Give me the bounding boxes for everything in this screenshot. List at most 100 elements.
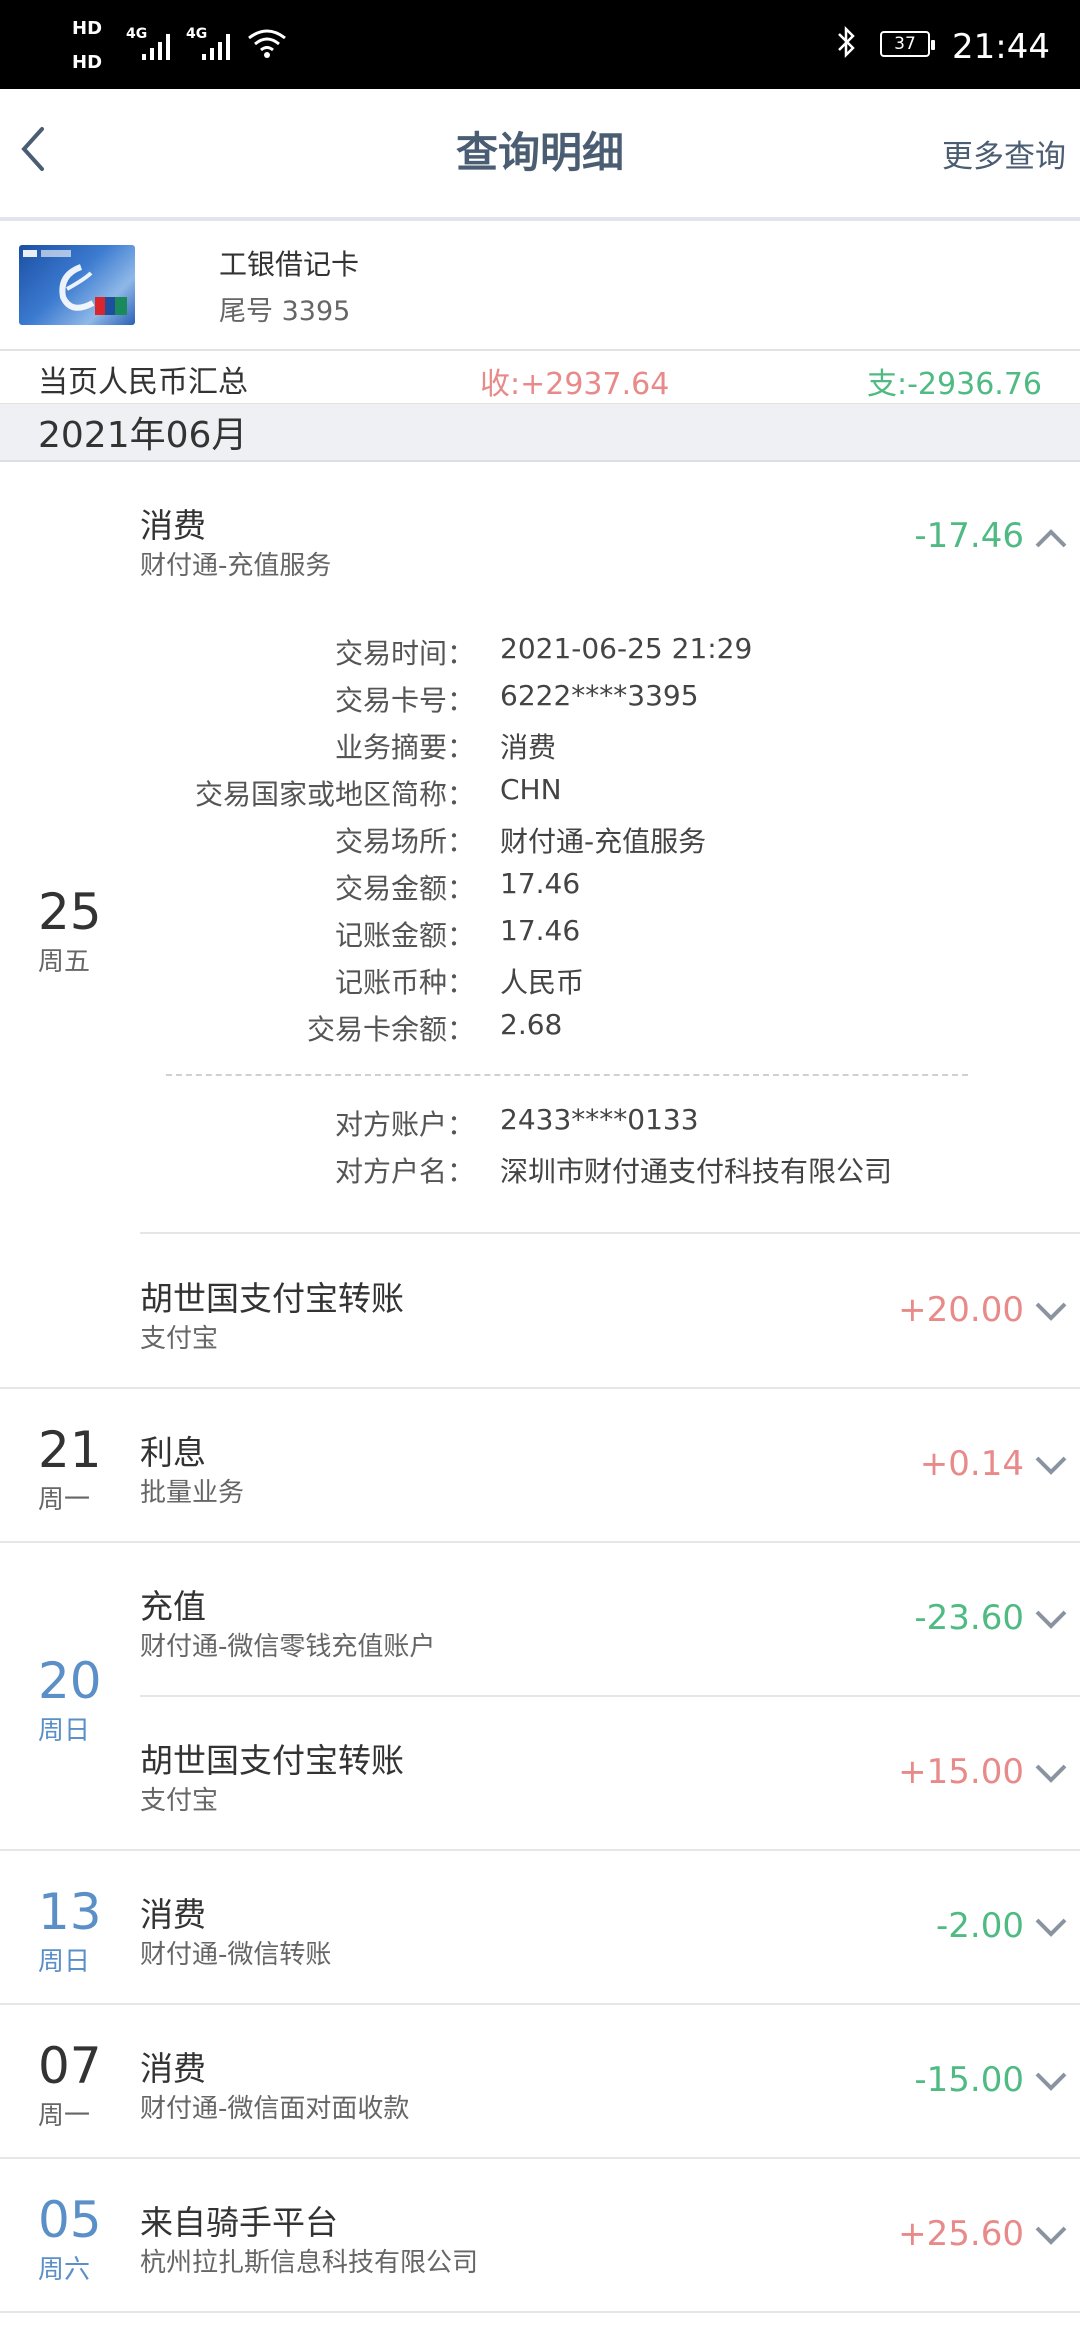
detail-key: 记账金额： xyxy=(334,919,475,952)
detail-row: 对方户名： 深圳市财付通支付科技有限公司 xyxy=(0,1150,1080,1190)
detail-key: 交易场所： xyxy=(334,825,475,858)
day-number: 07 xyxy=(38,2037,102,2095)
status-bar: HD HD 4G 4G 37 21:44 xyxy=(0,0,1080,89)
detail-value: CHN xyxy=(500,773,562,806)
transaction-title[interactable]: 利息 xyxy=(140,1426,206,1474)
detail-value: 2021-06-25 21:29 xyxy=(500,632,753,665)
signal-icon xyxy=(142,34,170,60)
detail-key: 交易卡余额： xyxy=(306,1013,475,1046)
weekday-label: 周一 xyxy=(38,2101,91,2131)
month-label: 2021年06月 xyxy=(38,415,248,456)
transaction-title[interactable]: 来自骑手平台 xyxy=(140,2196,338,2244)
transaction-subtitle: 财付通-充值服务 xyxy=(140,551,332,581)
day-number: 25 xyxy=(38,883,102,941)
row-divider xyxy=(140,1232,1080,1234)
chevron-down-icon[interactable] xyxy=(1034,2225,1068,2247)
month-header: 2021年06月 xyxy=(0,404,1080,462)
detail-divider xyxy=(166,1074,968,1076)
transaction-subtitle: 支付宝 xyxy=(140,1786,219,1816)
transaction-subtitle: 支付宝 xyxy=(140,1324,219,1354)
detail-key: 记账币种： xyxy=(334,966,475,999)
detail-value: 消费 xyxy=(500,731,557,764)
summary-label: 当页人民币汇总 xyxy=(38,365,248,400)
summary-expense: 支:-2936.76 xyxy=(867,367,1042,402)
detail-key: 交易国家或地区简称： xyxy=(194,778,475,811)
weekday-label: 周五 xyxy=(38,947,91,977)
detail-key: 业务摘要： xyxy=(334,731,475,764)
group-divider xyxy=(0,1541,1080,1543)
chevron-up-icon[interactable] xyxy=(1034,527,1068,549)
icbc-card-logo xyxy=(19,245,135,325)
transaction-title[interactable]: 消费 xyxy=(140,2042,206,2090)
group-divider xyxy=(0,2157,1080,2159)
transaction-subtitle: 批量业务 xyxy=(140,1478,245,1508)
day-number: 20 xyxy=(38,1652,102,1710)
transaction-subtitle: 财付通-微信零钱充值账户 xyxy=(140,1632,436,1662)
app-header: 查询明细 更多查询 xyxy=(0,89,1080,221)
detail-row: 业务摘要： 消费 xyxy=(0,726,1080,766)
weekday-label: 周日 xyxy=(38,1947,91,1977)
transaction-amount: -17.46 xyxy=(914,516,1024,556)
detail-key: 交易时间： xyxy=(334,637,475,670)
day-number: 21 xyxy=(38,1421,102,1479)
day-number: 05 xyxy=(38,2191,102,2249)
transaction-title[interactable]: 消费 xyxy=(140,1888,206,1936)
detail-row: 记账币种： 人民币 xyxy=(0,961,1080,1001)
page-title: 查询明细 xyxy=(455,128,624,177)
signal-icon-2 xyxy=(202,34,230,60)
detail-value: 17.46 xyxy=(500,867,581,900)
detail-value: 2433****0133 xyxy=(500,1103,699,1136)
transaction-amount: -2.00 xyxy=(936,1906,1024,1946)
detail-value: 2.68 xyxy=(500,1008,563,1041)
transaction-amount: -23.60 xyxy=(914,1598,1024,1638)
card-tail-number: 尾号 3395 xyxy=(219,296,351,327)
transaction-amount: +0.14 xyxy=(919,1444,1024,1484)
day-number: 13 xyxy=(38,1883,102,1941)
card-name: 工银借记卡 xyxy=(219,248,360,281)
group-divider xyxy=(0,1849,1080,1851)
hd1-label: HD xyxy=(72,18,103,39)
group-divider xyxy=(0,1387,1080,1389)
hd2-label: HD xyxy=(72,52,103,73)
detail-row: 交易金额： 17.46 xyxy=(0,867,1080,907)
transaction-title[interactable]: 胡世国支付宝转账 xyxy=(140,1734,404,1782)
detail-value: 深圳市财付通支付科技有限公司 xyxy=(500,1155,893,1188)
transaction-amount: -15.00 xyxy=(914,2060,1024,2100)
transaction-amount: +20.00 xyxy=(898,1290,1024,1330)
chevron-down-icon[interactable] xyxy=(1034,1609,1068,1631)
transaction-amount: +25.60 xyxy=(898,2214,1024,2254)
weekday-label: 周一 xyxy=(38,1485,91,1515)
detail-value: 6222****3395 xyxy=(500,679,699,712)
bluetooth-icon xyxy=(838,25,855,59)
detail-value: 人民币 xyxy=(500,966,585,999)
detail-row: 交易国家或地区简称： CHN xyxy=(0,773,1080,813)
transaction-title[interactable]: 充值 xyxy=(140,1580,206,1628)
group-divider xyxy=(0,2003,1080,2005)
more-query-button[interactable]: 更多查询 xyxy=(942,131,1066,176)
detail-row: 交易卡号： 6222****3395 xyxy=(0,679,1080,719)
detail-row: 交易场所： 财付通-充值服务 xyxy=(0,820,1080,860)
page-summary: 当页人民币汇总 收:+2937.64 支:-2936.76 xyxy=(0,351,1080,405)
row-divider xyxy=(140,1695,1080,1697)
transaction-title[interactable]: 消费 xyxy=(140,499,206,547)
transaction-amount: +15.00 xyxy=(898,1752,1024,1792)
wifi-icon xyxy=(248,29,286,58)
group-divider xyxy=(0,2311,1080,2313)
clock: 21:44 xyxy=(952,27,1050,67)
chevron-down-icon[interactable] xyxy=(1034,1455,1068,1477)
card-info[interactable]: 工银借记卡 尾号 3395 xyxy=(0,221,1080,351)
weekday-label: 周六 xyxy=(38,2255,91,2285)
detail-value: 17.46 xyxy=(500,914,581,947)
transaction-subtitle: 财付通-微信转账 xyxy=(140,1940,332,1970)
transaction-title[interactable]: 胡世国支付宝转账 xyxy=(140,1272,404,1320)
chevron-down-icon[interactable] xyxy=(1034,1917,1068,1939)
detail-key: 交易金额： xyxy=(334,872,475,905)
chevron-down-icon[interactable] xyxy=(1034,1301,1068,1323)
detail-row: 对方账户： 2433****0133 xyxy=(0,1103,1080,1143)
detail-key: 对方账户： xyxy=(334,1108,475,1141)
summary-income: 收:+2937.64 xyxy=(480,367,670,402)
detail-value: 财付通-充值服务 xyxy=(500,825,707,858)
chevron-down-icon[interactable] xyxy=(1034,2071,1068,2093)
chevron-down-icon[interactable] xyxy=(1034,1763,1068,1785)
transaction-subtitle: 财付通-微信面对面收款 xyxy=(140,2094,410,2124)
